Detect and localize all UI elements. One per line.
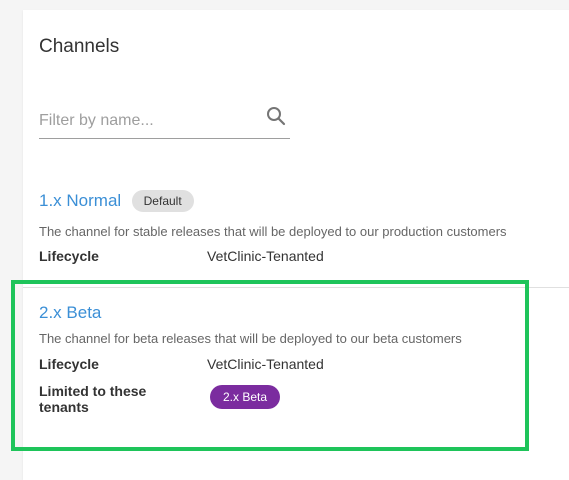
lifecycle-row: Lifecycle VetClinic-Tenanted — [39, 248, 559, 268]
search-icon[interactable] — [266, 106, 286, 126]
lifecycle-value: VetClinic-Tenanted — [207, 248, 324, 264]
default-badge: Default — [131, 190, 194, 212]
channel-name-link[interactable]: 2.x Beta — [39, 303, 101, 323]
channel-description: The channel for stable releases that wil… — [39, 224, 507, 239]
tenant-tag-chip[interactable]: 2.x Beta — [210, 385, 281, 409]
lifecycle-label: Lifecycle — [39, 356, 99, 372]
tenants-label: Limited to these tenants — [39, 383, 147, 415]
lifecycle-row: Lifecycle VetClinic-Tenanted — [39, 356, 559, 376]
page-title: Channels — [39, 36, 120, 57]
channel-description: The channel for beta releases that will … — [39, 331, 462, 346]
tenants-row: Limited to these tenants 2.x Beta — [39, 383, 559, 419]
channel-item: 2.x Beta The channel for beta releases t… — [39, 303, 559, 419]
channel-divider — [23, 287, 569, 288]
lifecycle-value: VetClinic-Tenanted — [207, 356, 324, 372]
lifecycle-label: Lifecycle — [39, 248, 99, 264]
filter-input[interactable] — [39, 108, 259, 134]
channel-item: 1.x Normal Default The channel for stabl… — [39, 190, 559, 268]
filter-field[interactable] — [39, 104, 290, 139]
channel-name-link[interactable]: 1.x Normal — [39, 191, 121, 211]
